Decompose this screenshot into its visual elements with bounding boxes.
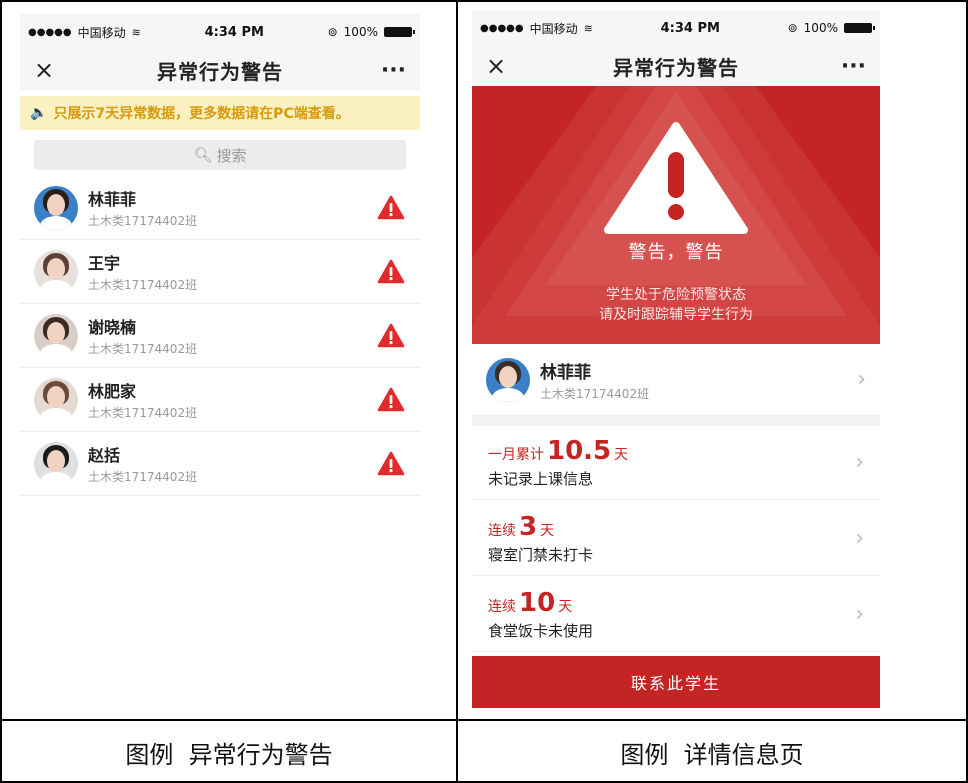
student-class: 土木类17174402班 <box>88 470 198 484</box>
status-time: 4:34 PM <box>660 20 720 36</box>
student-name: 林菲菲 <box>540 362 591 383</box>
more-icon[interactable]: ··· <box>376 58 406 83</box>
notice-banner: 🔈 只展示7天异常数据，更多数据请在PC端查看。 <box>20 96 420 130</box>
notice-text: 只展示7天异常数据，更多数据请在PC端查看。 <box>53 106 350 122</box>
battery-icon <box>383 27 415 37</box>
student-detail-row[interactable]: 林菲菲 土木类17174402班 › <box>472 344 880 416</box>
metric-prefix: 一月累计 <box>488 447 544 463</box>
orientation-lock-icon: ⊚ <box>327 25 338 39</box>
table-divider-vertical <box>456 0 458 783</box>
avatar <box>34 377 78 422</box>
wifi-icon: ≋ <box>131 25 141 39</box>
close-icon[interactable]: × <box>486 52 516 80</box>
signal-icon: ●●●●● <box>28 26 72 38</box>
metric-row[interactable]: 一月累计 10.5 天 未记录上课信息 › <box>472 426 880 500</box>
metric-row[interactable]: 连续 10 天 食堂饭卡未使用 › <box>472 578 880 652</box>
more-icon[interactable]: ··· <box>836 54 866 79</box>
metric-value: 3 <box>519 512 538 542</box>
metric-prefix: 连续 <box>488 599 516 615</box>
status-bar: ●●●●● 中国移动 ≋ 4:34 PM ⊚ 100% <box>472 10 880 46</box>
carrier-label: 中国移动 <box>529 21 578 36</box>
page-title: 异常行为警告 <box>157 59 283 84</box>
contact-student-button[interactable]: 联系此学生 <box>472 656 880 708</box>
chevron-right-icon: › <box>855 602 864 627</box>
alert-line-1: 学生处于危险预警状态 <box>606 287 746 303</box>
alert-title: 警告，警告 <box>628 242 724 263</box>
metric-value: 10.5 <box>547 436 612 466</box>
avatar <box>34 441 78 486</box>
orientation-lock-icon: ⊚ <box>787 21 798 35</box>
metric-row[interactable]: 连续 3 天 寝室门禁未打卡 › <box>472 502 880 576</box>
caption-left: 图例 异常行为警告 <box>125 740 333 769</box>
student-name: 林肥家 <box>88 382 137 401</box>
status-time: 4:34 PM <box>204 24 264 40</box>
chevron-right-icon: › <box>857 367 866 392</box>
list-item[interactable]: 林菲菲 土木类17174402班 <box>20 176 420 240</box>
alert-line-2: 请及时跟踪辅导学生行为 <box>599 307 753 323</box>
search-input[interactable]: 🔍︎ 搜索 <box>34 140 406 170</box>
student-class: 土木类17174402班 <box>88 278 198 292</box>
metric-unit: 天 <box>558 599 573 615</box>
phone-detail-screen: ●●●●● 中国移动 ≋ 4:34 PM ⊚ 100% × 异常行为警告 ···… <box>472 10 880 715</box>
table-divider-horizontal <box>0 719 968 721</box>
warning-triangle-icon <box>604 122 748 234</box>
battery-icon <box>843 23 875 33</box>
student-class: 土木类17174402班 <box>88 406 198 420</box>
student-class: 土木类17174402班 <box>540 386 650 401</box>
battery-percent: 100% <box>803 21 838 35</box>
warning-icon[interactable] <box>376 321 406 351</box>
metric-description: 寝室门禁未打卡 <box>488 546 594 564</box>
warning-icon[interactable] <box>376 257 406 287</box>
avatar <box>34 249 78 294</box>
page-title: 异常行为警告 <box>613 55 739 80</box>
caption-right: 图例 详情信息页 <box>620 740 804 769</box>
close-icon[interactable]: × <box>34 56 64 84</box>
carrier-label: 中国移动 <box>77 25 126 40</box>
wifi-icon: ≋ <box>583 21 593 35</box>
student-name: 林菲菲 <box>88 190 137 209</box>
student-name: 赵括 <box>88 446 121 465</box>
nav-bar: × 异常行为警告 ··· <box>472 46 880 86</box>
nav-bar: × 异常行为警告 ··· <box>20 50 420 90</box>
search-icon: 🔍︎ <box>193 146 213 164</box>
chevron-right-icon: › <box>855 526 864 551</box>
table-border-left <box>0 0 2 783</box>
signal-icon: ●●●●● <box>480 22 524 34</box>
search-placeholder: 搜索 <box>216 146 247 165</box>
avatar <box>34 185 78 230</box>
status-bar: ●●●●● 中国移动 ≋ 4:34 PM ⊚ 100% <box>20 14 420 50</box>
metric-value: 10 <box>519 588 556 618</box>
avatar <box>34 313 78 358</box>
student-name: 谢晓楠 <box>88 318 137 337</box>
student-list: 林菲菲 土木类17174402班 王宇 土木类17174402班 谢晓楠 土木类… <box>20 176 420 496</box>
metric-prefix: 连续 <box>488 523 516 539</box>
student-class: 土木类17174402班 <box>88 214 198 228</box>
metric-unit: 天 <box>540 523 555 539</box>
list-item[interactable]: 林肥家 土木类17174402班 <box>20 368 420 432</box>
warning-icon[interactable] <box>376 385 406 415</box>
list-item[interactable]: 赵括 土木类17174402班 <box>20 432 420 496</box>
avatar <box>486 357 530 402</box>
table-border-top <box>0 0 968 2</box>
metric-unit: 天 <box>614 447 629 463</box>
warning-icon[interactable] <box>376 193 406 223</box>
section-gap <box>472 416 880 426</box>
warning-icon[interactable] <box>376 449 406 479</box>
list-item[interactable]: 王宇 土木类17174402班 <box>20 240 420 304</box>
chevron-right-icon: › <box>855 450 864 475</box>
student-class: 土木类17174402班 <box>88 342 198 356</box>
speaker-icon: 🔈 <box>30 105 48 121</box>
battery-percent: 100% <box>343 25 378 39</box>
metric-description: 未记录上课信息 <box>488 470 594 488</box>
metric-description: 食堂饭卡未使用 <box>488 622 594 640</box>
student-name: 王宇 <box>88 254 121 273</box>
warning-hero: 警告，警告 学生处于危险预警状态 请及时跟踪辅导学生行为 <box>472 86 880 344</box>
list-item[interactable]: 谢晓楠 土木类17174402班 <box>20 304 420 368</box>
phone-list-screen: ●●●●● 中国移动 ≋ 4:34 PM ⊚ 100% × 异常行为警告 ···… <box>20 14 420 714</box>
